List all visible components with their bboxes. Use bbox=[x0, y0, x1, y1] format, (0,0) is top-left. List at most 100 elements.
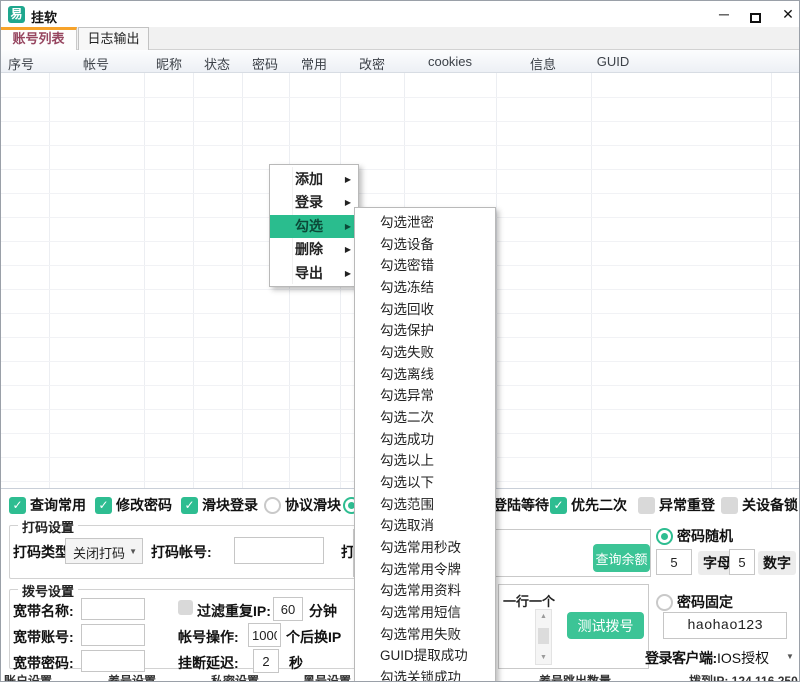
menu-item-label: 勾选 bbox=[295, 218, 323, 234]
submenu-item-勾选保护[interactable]: 勾选保护 bbox=[355, 320, 495, 342]
login-client-value[interactable]: IOS授权 bbox=[717, 648, 769, 668]
option-label: 协议滑块 bbox=[285, 495, 341, 515]
query-balance-button[interactable]: 查询余额 bbox=[593, 544, 650, 572]
captcha-type-dropdown[interactable]: 关闭打码 ▼ bbox=[65, 538, 143, 564]
column-header-2[interactable]: 帐号 bbox=[83, 54, 109, 73]
submenu-item-勾选冻结[interactable]: 勾选冻结 bbox=[355, 277, 495, 299]
dropdown-arrow-icon: ▼ bbox=[129, 547, 137, 556]
column-header-1[interactable]: 序号 bbox=[8, 54, 34, 73]
grid-column-line bbox=[242, 73, 243, 488]
password-random-option[interactable]: 密码随机 bbox=[656, 527, 733, 545]
broadband-password-label: 宽带密码: bbox=[13, 653, 74, 673]
grid-row-line bbox=[1, 193, 799, 194]
scroll-up-icon[interactable]: ▲ bbox=[536, 613, 551, 620]
submenu-item-勾选常用令牌[interactable]: 勾选常用令牌 bbox=[355, 559, 495, 581]
option-查询常用[interactable]: 查询常用 bbox=[9, 496, 86, 514]
option-label: 修改密码 bbox=[116, 495, 172, 515]
option-关设备锁[interactable]: 关设备锁 bbox=[721, 496, 798, 514]
submenu-item-勾选回收[interactable]: 勾选回收 bbox=[355, 299, 495, 321]
submenu-arrow-icon: ▶ bbox=[345, 191, 351, 214]
menu-item-勾选[interactable]: 勾选 ▶ bbox=[270, 215, 358, 238]
submenu-item-勾选异常[interactable]: 勾选异常 bbox=[355, 385, 495, 407]
option-label: 滑块登录 bbox=[202, 495, 258, 515]
bottom-strip-label: 黑号设置 bbox=[303, 672, 351, 682]
test-dial-button[interactable]: 测试拨号 bbox=[567, 612, 644, 639]
filter-unit-label: 分钟 bbox=[309, 601, 337, 621]
submenu-arrow-icon: ▶ bbox=[345, 238, 351, 261]
proxy-scrollbar[interactable]: ▲ ▼ bbox=[535, 609, 552, 665]
option-label: 查询常用 bbox=[30, 495, 86, 515]
menu-item-登录[interactable]: 登录 ▶ bbox=[270, 191, 358, 214]
close-button[interactable]: ✕ bbox=[777, 5, 799, 23]
captcha-group-title: 打码设置 bbox=[18, 517, 78, 536]
column-header-4[interactable]: 状态 bbox=[204, 54, 230, 73]
option-协议滑块[interactable]: 协议滑块 bbox=[264, 496, 341, 514]
client-dropdown-arrow-icon[interactable]: ▼ bbox=[786, 652, 794, 661]
hangup-delay-label: 挂断延迟: bbox=[178, 653, 239, 673]
submenu-item-勾选离线[interactable]: 勾选离线 bbox=[355, 364, 495, 386]
menu-item-添加[interactable]: 添加▶ bbox=[270, 168, 358, 191]
filter-minutes-input[interactable] bbox=[273, 597, 303, 621]
maximize-button[interactable] bbox=[745, 5, 767, 23]
option-登陆等待[interactable]: 登陆等待 bbox=[493, 496, 549, 514]
column-header-9[interactable]: 信息 bbox=[530, 54, 556, 73]
submenu-item-勾选常用资料[interactable]: 勾选常用资料 bbox=[355, 580, 495, 602]
account-op-count-input[interactable] bbox=[248, 623, 281, 647]
letters-count-input[interactable] bbox=[656, 549, 692, 575]
submenu-item-GUID提取成功[interactable]: GUID提取成功 bbox=[355, 645, 495, 667]
submenu-item-勾选以上[interactable]: 勾选以上 bbox=[355, 450, 495, 472]
context-submenu: 勾选泄密勾选设备勾选密错勾选冻结勾选回收勾选保护勾选失败勾选离线勾选异常勾选二次… bbox=[354, 207, 496, 682]
captcha-account-input[interactable] bbox=[234, 537, 324, 564]
column-header-3[interactable]: 昵称 bbox=[156, 54, 182, 73]
filter-ip-checkbox[interactable] bbox=[178, 600, 193, 615]
scroll-down-icon[interactable]: ▼ bbox=[536, 654, 551, 661]
submenu-item-勾选取消[interactable]: 勾选取消 bbox=[355, 515, 495, 537]
submenu-item-勾选关锁成功[interactable]: 勾选关锁成功 bbox=[355, 667, 495, 682]
digits-count-input[interactable] bbox=[729, 549, 755, 575]
option-滑块登录[interactable]: 滑块登录 bbox=[181, 496, 258, 514]
submenu-item-勾选设备[interactable]: 勾选设备 bbox=[355, 234, 495, 256]
submenu-item-勾选常用失败[interactable]: 勾选常用失败 bbox=[355, 624, 495, 646]
bottom-strip-label: 拨到IP: 124.116.250 bbox=[689, 672, 798, 682]
column-header-10[interactable]: GUID bbox=[597, 54, 630, 69]
password-fixed-option[interactable]: 密码固定 bbox=[656, 593, 733, 611]
column-header-7[interactable]: 改密 bbox=[359, 54, 385, 73]
menu-item-label: 导出 bbox=[295, 265, 323, 281]
submenu-item-勾选泄密[interactable]: 勾选泄密 bbox=[355, 212, 495, 234]
submenu-item-勾选成功[interactable]: 勾选成功 bbox=[355, 429, 495, 451]
broadband-name-input[interactable] bbox=[81, 598, 145, 620]
login-client-label: 登录客户端: bbox=[645, 648, 717, 668]
submenu-item-勾选失败[interactable]: 勾选失败 bbox=[355, 342, 495, 364]
fixed-password-input[interactable] bbox=[663, 612, 787, 639]
submenu-item-勾选密错[interactable]: 勾选密错 bbox=[355, 255, 495, 277]
scrollbar-thumb[interactable] bbox=[538, 628, 549, 644]
password-fixed-label: 密码固定 bbox=[677, 592, 733, 612]
hangup-delay-input[interactable] bbox=[253, 649, 279, 673]
menu-item-label: 登录 bbox=[295, 194, 323, 210]
option-异常重登[interactable]: 异常重登 bbox=[638, 496, 715, 514]
tab-account-list[interactable]: 账号列表 bbox=[1, 27, 77, 50]
menu-item-导出[interactable]: 导出▶ bbox=[270, 262, 358, 285]
menu-item-删除[interactable]: 删除▶ bbox=[270, 238, 358, 261]
tab-log-output[interactable]: 日志输出 bbox=[78, 27, 149, 50]
submenu-item-勾选常用秒改[interactable]: 勾选常用秒改 bbox=[355, 537, 495, 559]
checkbox-on-icon bbox=[95, 497, 112, 514]
column-header-5[interactable]: 密码 bbox=[252, 54, 278, 73]
grid-row-line bbox=[1, 97, 799, 98]
submenu-item-勾选范围[interactable]: 勾选范围 bbox=[355, 494, 495, 516]
submenu-item-勾选以下[interactable]: 勾选以下 bbox=[355, 472, 495, 494]
submenu-item-勾选常用短信[interactable]: 勾选常用短信 bbox=[355, 602, 495, 624]
column-header-8[interactable]: cookies bbox=[428, 54, 472, 69]
submenu-item-勾选二次[interactable]: 勾选二次 bbox=[355, 407, 495, 429]
broadband-account-input[interactable] bbox=[81, 624, 145, 646]
column-header-6[interactable]: 常用 bbox=[301, 54, 327, 73]
option-label: 登陆等待 bbox=[493, 495, 549, 515]
delay-unit-label: 秒 bbox=[289, 653, 303, 673]
bottom-strip-label: 养号设置 bbox=[108, 672, 156, 682]
option-修改密码[interactable]: 修改密码 bbox=[95, 496, 172, 514]
grid-column-line bbox=[144, 73, 145, 488]
submenu-arrow-icon: ▶ bbox=[345, 215, 351, 238]
broadband-password-input[interactable] bbox=[81, 650, 145, 672]
minimize-button[interactable]: ─ bbox=[713, 5, 735, 23]
option-优先二次[interactable]: 优先二次 bbox=[550, 496, 627, 514]
